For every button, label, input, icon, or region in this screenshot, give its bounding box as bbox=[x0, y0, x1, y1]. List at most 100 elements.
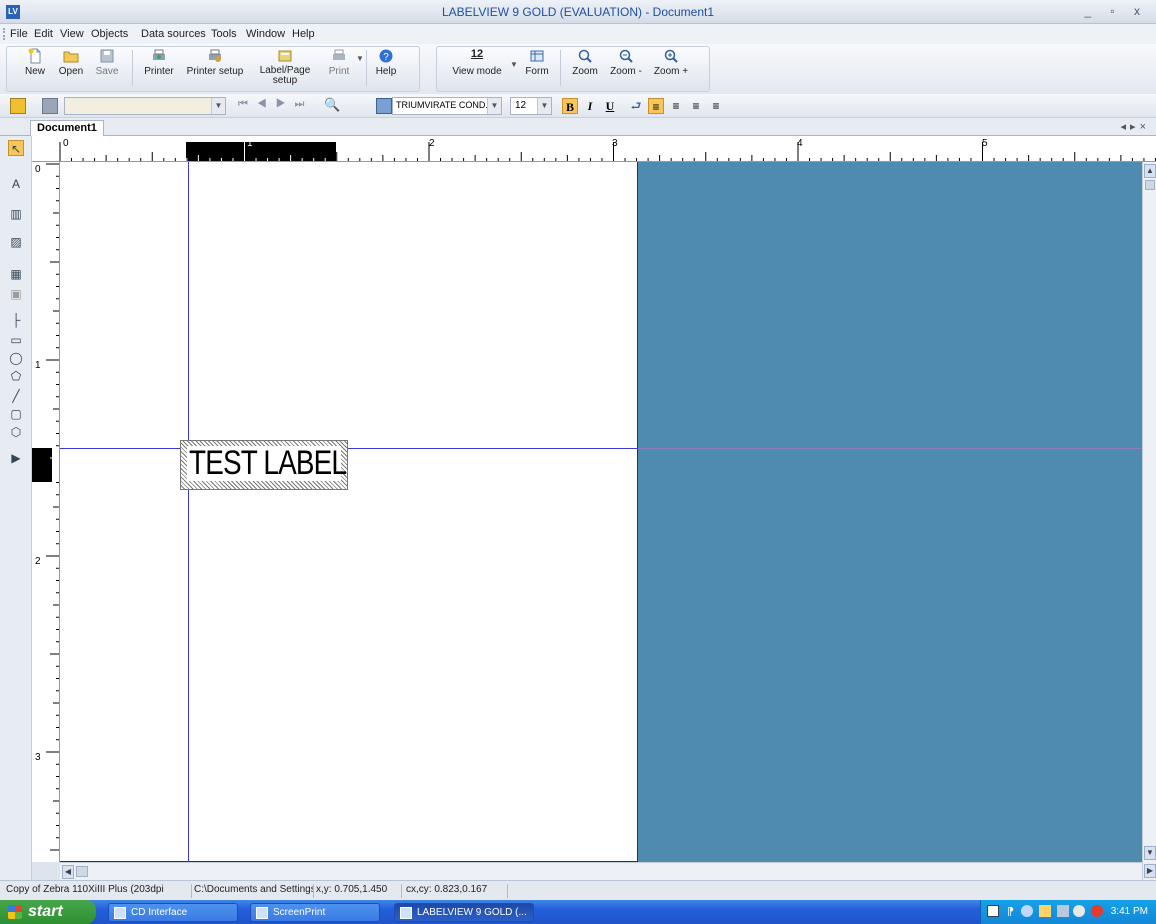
start-button[interactable]: start bbox=[0, 900, 96, 924]
title-bar: LV LABELVIEW 9 GOLD (EVALUATION) - Docum… bbox=[0, 0, 1156, 24]
zoom-out-button[interactable]: Zoom - bbox=[608, 48, 644, 77]
line-tool-icon[interactable]: ├ bbox=[8, 312, 24, 328]
scroll-down-icon[interactable]: ▼ bbox=[1144, 846, 1156, 860]
ruler-label: 3 bbox=[35, 752, 41, 763]
scroll-left-icon[interactable]: ◀ bbox=[62, 865, 74, 879]
barcode-tool-icon[interactable]: ▥ bbox=[8, 206, 24, 222]
diagonal-line-tool-icon[interactable]: ╱ bbox=[8, 388, 24, 404]
menu-view[interactable]: View bbox=[60, 28, 84, 40]
format-toolbar: ▼ ⏮◀▶⏭ 🔍 TRIUMVIRATE COND. ▼ 12 ▼ B I U … bbox=[0, 94, 1156, 118]
tray-security-icon[interactable] bbox=[1091, 905, 1103, 917]
object-list-icon[interactable] bbox=[42, 98, 58, 114]
view-mode-button[interactable]: 12 View mode bbox=[452, 48, 502, 77]
window-controls[interactable]: _ ▫ x bbox=[1084, 4, 1148, 18]
align-justify-icon[interactable]: ≡ bbox=[708, 98, 724, 114]
open-folder-icon bbox=[63, 51, 79, 63]
horizontal-scrollbar[interactable]: ◀ bbox=[60, 862, 1142, 880]
text-object-selected[interactable]: TEST LABEL bbox=[180, 440, 348, 490]
task-labelview[interactable]: LABELVIEW 9 GOLD (... bbox=[394, 903, 534, 922]
menu-data-sources[interactable]: Data sources bbox=[141, 28, 206, 40]
save-button[interactable]: Save bbox=[92, 48, 122, 77]
table-tool-icon[interactable]: ▦ bbox=[8, 266, 24, 282]
view-mode-dropdown-icon[interactable]: ▼ bbox=[510, 60, 518, 69]
menu-grip-icon[interactable] bbox=[3, 28, 5, 40]
text-tool-icon[interactable]: A bbox=[8, 176, 24, 192]
form-button[interactable]: Form bbox=[522, 48, 552, 77]
rounded-rect-tool-icon[interactable]: ▢ bbox=[8, 406, 24, 422]
tray-help-icon[interactable] bbox=[987, 905, 999, 917]
windows-logo-icon bbox=[8, 905, 22, 919]
italic-button[interactable]: I bbox=[582, 98, 598, 114]
ellipse-tool-icon[interactable]: ◯ bbox=[8, 350, 24, 366]
tray-back-icon[interactable] bbox=[1021, 905, 1033, 917]
menu-file[interactable]: File bbox=[10, 28, 28, 40]
tray-java-icon[interactable] bbox=[1039, 905, 1051, 917]
scroll-up-icon[interactable]: ▲ bbox=[1144, 164, 1156, 178]
align-left-icon[interactable]: ≡ bbox=[648, 98, 664, 114]
object-properties-icon[interactable] bbox=[10, 98, 26, 114]
tray-printer-icon[interactable] bbox=[1057, 905, 1069, 917]
more-tools-icon[interactable]: ▶ bbox=[8, 450, 24, 466]
ruler-label: 2 bbox=[429, 138, 435, 149]
image-tool-icon[interactable]: ▨ bbox=[8, 234, 24, 250]
polygon-tool-icon[interactable]: ⬠ bbox=[8, 368, 24, 384]
zoom-in-button[interactable]: Zoom + bbox=[652, 48, 690, 77]
align-center-icon[interactable]: ≡ bbox=[668, 98, 684, 114]
rectangle-tool-icon[interactable]: ▭ bbox=[8, 332, 24, 348]
font-size-select[interactable]: 12 ▼ bbox=[510, 97, 552, 115]
vertical-guide-line[interactable] bbox=[188, 162, 189, 862]
record-navigation-icons[interactable]: ⏮◀▶⏭ bbox=[238, 98, 313, 111]
word-wrap-icon[interactable]: ⮐ bbox=[628, 98, 644, 114]
label-page-setup-button[interactable]: Label/Page setup bbox=[254, 48, 316, 86]
design-workspace[interactable]: TEST LABEL bbox=[60, 162, 1142, 862]
tray-network-icon[interactable]: ⁋ bbox=[1007, 905, 1014, 918]
new-button[interactable]: New bbox=[20, 48, 50, 77]
align-right-icon[interactable]: ≡ bbox=[688, 98, 704, 114]
chevron-down-icon: ▼ bbox=[211, 98, 225, 114]
scroll-right-end-icon[interactable]: ▶ bbox=[1144, 864, 1156, 878]
vertical-scroll-thumb[interactable] bbox=[1145, 180, 1155, 190]
new-document-icon bbox=[28, 48, 41, 64]
data-source-select[interactable]: ▼ bbox=[64, 97, 226, 115]
underline-button[interactable]: U bbox=[602, 98, 618, 114]
app-icon bbox=[400, 907, 412, 919]
form-icon bbox=[530, 50, 544, 62]
help-button[interactable]: ? Help bbox=[372, 48, 400, 77]
open-button[interactable]: Open bbox=[54, 48, 88, 77]
system-tray: ⁋ 3:41 PM bbox=[980, 900, 1156, 924]
tray-volume-icon[interactable] bbox=[1073, 905, 1085, 917]
menu-edit[interactable]: Edit bbox=[34, 28, 53, 40]
print-button[interactable]: Print bbox=[324, 48, 354, 77]
tab-document1[interactable]: Document1 bbox=[30, 120, 104, 136]
print-icon bbox=[333, 49, 345, 60]
horizontal-scroll-thumb[interactable] bbox=[76, 866, 88, 877]
ruler-label: 5 bbox=[982, 138, 988, 149]
zoom-button[interactable]: Zoom bbox=[570, 48, 600, 77]
printer-button[interactable]: Printer bbox=[140, 48, 178, 77]
ruler-selection-highlight bbox=[32, 448, 52, 482]
select-tool-icon[interactable]: ↖ bbox=[8, 140, 24, 156]
printer-setup-button[interactable]: Printer setup bbox=[184, 48, 246, 77]
text-object-body[interactable]: TEST LABEL bbox=[187, 444, 347, 482]
find-icon[interactable]: 🔍 bbox=[324, 97, 340, 113]
vertical-ruler: 0 1 2 3 bbox=[32, 162, 60, 862]
app-icon bbox=[114, 907, 126, 919]
task-cd-interface[interactable]: CD Interface bbox=[108, 903, 238, 922]
rfid-tool-icon[interactable]: ▣ bbox=[8, 286, 24, 302]
status-position: x,y: 0.705,1.450 bbox=[316, 884, 402, 898]
menu-objects[interactable]: Objects bbox=[91, 28, 128, 40]
main-toolbar: New Open Save Printer Printer setup Labe… bbox=[0, 44, 1156, 94]
vertical-scrollbar[interactable]: ▲ ▼ ▶ bbox=[1142, 162, 1156, 880]
menu-tools[interactable]: Tools bbox=[211, 28, 237, 40]
bold-button[interactable]: B bbox=[562, 98, 578, 114]
label-page[interactable] bbox=[60, 162, 638, 862]
zoom-out-icon bbox=[619, 49, 633, 63]
tab-navigation-icons[interactable]: ◂▸× bbox=[1121, 120, 1150, 133]
shape-tool-icon[interactable]: ⬡ bbox=[8, 424, 24, 440]
task-screenprint[interactable]: ScreenPrint bbox=[250, 903, 380, 922]
print-dropdown-icon[interactable]: ▼ bbox=[356, 54, 364, 63]
horizontal-guide-line[interactable] bbox=[60, 448, 638, 449]
menu-help[interactable]: Help bbox=[292, 28, 315, 40]
font-name-select[interactable]: TRIUMVIRATE COND. ▼ bbox=[392, 97, 502, 115]
menu-window[interactable]: Window bbox=[246, 28, 285, 40]
